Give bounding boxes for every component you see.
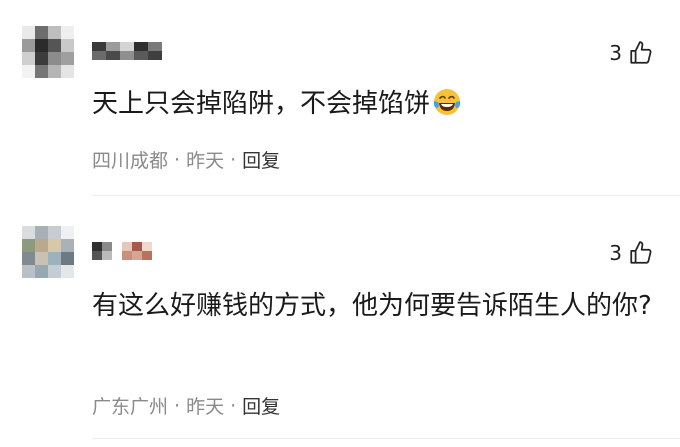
avatar[interactable] <box>22 226 74 278</box>
separator-dot: · <box>174 148 181 171</box>
separator-dot: · <box>174 394 181 417</box>
comment-text: 有这么好赚钱的方式，他为何要告诉陌生人的你? <box>92 291 652 321</box>
reply-button[interactable]: 回复 <box>242 392 280 419</box>
comment-item: 3 有这么好赚钱的方式，他为何要告诉陌生人的你? 广东广州 · 昨天 · 回复 <box>0 196 680 447</box>
location: 广东广州 <box>92 396 169 418</box>
like-button[interactable]: 3 <box>609 40 654 66</box>
username-blurred[interactable] <box>92 40 162 62</box>
comment-item: 3 天上只会掉陷阱，不会掉馅饼 四川成都 · 昨天 · 回复 <box>0 0 680 196</box>
location: 四川成都 <box>92 150 169 172</box>
comment-text: 天上只会掉陷阱，不会掉馅饼 <box>92 82 652 126</box>
comment-meta: 广东广州 · 昨天 · 回复 <box>92 392 280 419</box>
timestamp: 昨天 <box>186 396 225 418</box>
like-count: 3 <box>609 41 622 65</box>
thumbs-up-icon <box>630 241 652 264</box>
laughing-tears-emoji-icon <box>433 89 461 115</box>
username-blurred[interactable] <box>92 240 154 262</box>
like-button[interactable]: 3 <box>609 240 654 266</box>
divider <box>92 438 680 439</box>
avatar[interactable] <box>22 26 74 78</box>
reply-button[interactable]: 回复 <box>242 146 280 173</box>
separator-dot: · <box>230 394 237 417</box>
like-count: 3 <box>609 241 622 265</box>
comment-meta: 四川成都 · 昨天 · 回复 <box>92 146 280 173</box>
separator-dot: · <box>230 148 237 171</box>
thumbs-up-icon <box>630 41 652 64</box>
timestamp: 昨天 <box>186 150 225 172</box>
